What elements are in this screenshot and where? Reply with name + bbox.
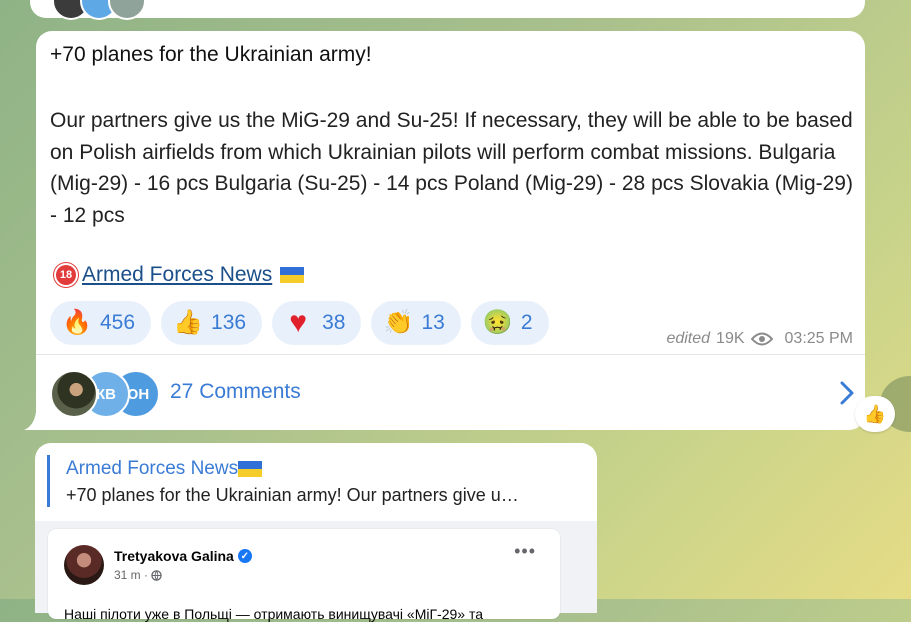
nauseated-icon: 🤢: [482, 309, 513, 336]
comments-button[interactable]: КВ ЮН 27 Comments: [50, 368, 855, 418]
avatar: [64, 545, 104, 585]
heart-icon: ♥: [289, 306, 307, 339]
channel-post-bubble: +70 planes for the Ukrainian army! Our p…: [36, 31, 865, 430]
edited-label: edited: [666, 330, 711, 347]
reaction-count: 456: [100, 311, 136, 334]
globe-icon: [151, 569, 162, 581]
post-signature: 18 Armed Forces News: [54, 263, 305, 287]
quote-source-name: Armed Forces News: [66, 458, 239, 479]
divider: [36, 354, 865, 355]
age-18-icon: 18: [54, 263, 78, 287]
reaction-heart[interactable]: ♥ 38: [272, 301, 362, 345]
more-options-icon[interactable]: •••: [514, 541, 536, 562]
reactions-bar: 🔥 456 👍 136 ♥ 38 👏 13 🤢 2: [50, 301, 549, 345]
comments-label: 27 Comments: [170, 380, 301, 403]
reaction-count: 136: [211, 311, 247, 334]
quote-preview: +70 planes for the Ukrainian army! Our p…: [66, 485, 519, 505]
facebook-post-card[interactable]: Tretyakova Galina ✓ 31 m · ••• Наші піло…: [48, 529, 560, 622]
reaction-count: 38: [322, 311, 346, 334]
reaction-thumbs-up[interactable]: 👍 136: [161, 301, 263, 345]
quick-reaction-button[interactable]: 👍: [855, 396, 895, 432]
reaction-nauseated[interactable]: 🤢 2: [470, 301, 549, 345]
forwarded-post-bubble: Armed Forces News +70 planes for the Ukr…: [35, 443, 597, 622]
fb-author: Tretyakova Galina ✓: [114, 548, 252, 564]
eye-icon: [750, 332, 773, 346]
reaction-count: 2: [520, 311, 533, 334]
fire-icon: 🔥: [62, 309, 92, 336]
fb-post-text: Наші пілоти уже в Польщі — отримають вин…: [64, 606, 484, 622]
reaction-count: 13: [421, 311, 445, 334]
thumbs-up-icon: 👍: [173, 309, 203, 336]
embedded-preview: Tretyakova Galina ✓ 31 m · ••• Наші піло…: [35, 521, 597, 622]
chevron-right-icon: [840, 381, 854, 405]
channel-link[interactable]: Armed Forces News: [82, 263, 272, 287]
post-title: +70 planes for the Ukrainian army!: [50, 43, 372, 66]
ukraine-flag-icon: [280, 267, 305, 283]
quote-source: Armed Forces News: [66, 458, 587, 480]
post-time: 03:25 PM: [784, 330, 853, 347]
reaction-clapping[interactable]: 👏 13: [371, 301, 461, 345]
reaction-fire[interactable]: 🔥 456: [50, 301, 152, 345]
view-count: 19K: [716, 330, 745, 347]
clapping-icon: 👏: [383, 309, 414, 336]
previous-message-bubble: [30, 0, 865, 18]
post-body: Our partners give us the MiG-29 and Su-2…: [50, 109, 853, 227]
ukraine-flag-icon: [238, 460, 263, 477]
verified-icon: ✓: [237, 549, 252, 563]
fb-timestamp: 31 m ·: [114, 568, 162, 582]
reply-quote[interactable]: Armed Forces News +70 planes for the Ukr…: [47, 455, 587, 507]
thumbs-up-icon: 👍: [863, 403, 887, 424]
post-meta: edited 19K 03:25 PM: [666, 330, 853, 348]
fb-time-text: 31 m ·: [114, 568, 149, 582]
fb-author-name: Tretyakova Galina: [114, 548, 234, 564]
commenter-avatar: [50, 370, 98, 418]
